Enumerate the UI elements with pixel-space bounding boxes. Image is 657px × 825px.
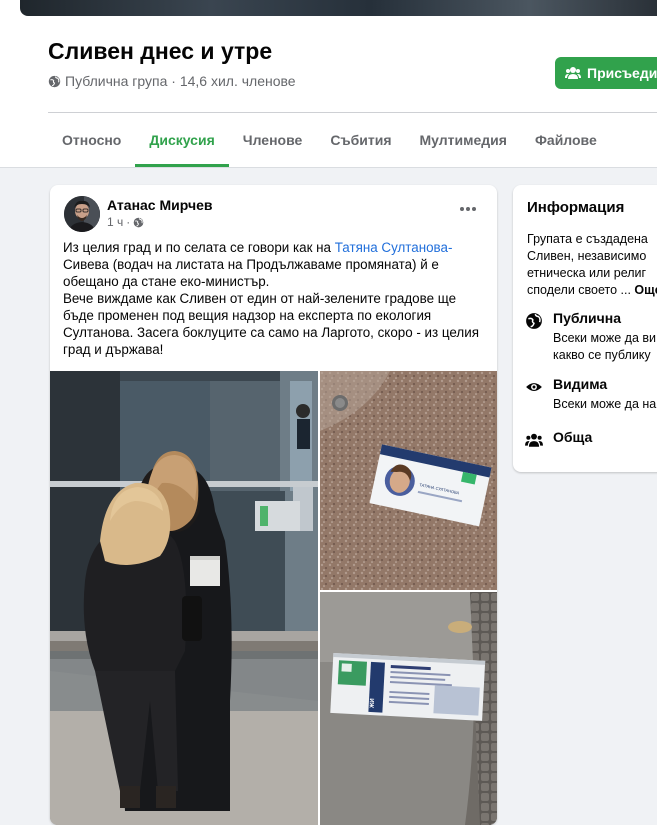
tab-label: Файлове bbox=[534, 132, 597, 148]
see-more-link[interactable]: Още bbox=[634, 283, 657, 297]
tab-label: Дискусия bbox=[149, 132, 215, 148]
group-title[interactable]: Сливен днес и утре bbox=[48, 38, 272, 65]
tab-label: Събития bbox=[330, 132, 392, 148]
description-line-last: сподели своето ... Още bbox=[527, 282, 657, 299]
privacy-globe-icon bbox=[133, 217, 144, 227]
join-button-label: Присъедин bbox=[587, 65, 657, 81]
photo-leaflet-pavement[interactable]: ТАТЯНА СУЛТАНОВА bbox=[320, 371, 497, 590]
description-line: Сливен, независимо bbox=[527, 249, 647, 263]
post-options-button[interactable] bbox=[454, 199, 482, 219]
info-sub: Всеки може да на bbox=[553, 396, 656, 413]
info-sub-line: Всеки може да на bbox=[553, 397, 657, 411]
info-label: Обща bbox=[553, 429, 593, 445]
join-group-button[interactable]: Присъедин bbox=[555, 57, 657, 89]
post-photo-grid: ТАТЯНА СУЛТАНОВА ЖИ bbox=[50, 371, 497, 825]
post-paragraph-1: Из целия град и по селата се говори как … bbox=[63, 239, 488, 290]
more-dots-icon bbox=[460, 207, 476, 211]
info-card: Информация Групата е създадена Сливен, н… bbox=[513, 185, 657, 472]
post-author[interactable]: Атанас Мирчев bbox=[107, 197, 212, 213]
post-time: 1 ч bbox=[107, 215, 124, 229]
info-label: Видима bbox=[553, 376, 608, 392]
photo-women-street[interactable] bbox=[50, 371, 318, 825]
description-line: сподели своето ... bbox=[527, 283, 635, 297]
post-timestamp[interactable]: 1 ч · bbox=[107, 215, 144, 229]
group-meta-text: Публична група · 14,6 хил. членове bbox=[65, 73, 296, 89]
tab-label: Членове bbox=[242, 132, 303, 148]
post-text: Из целия град и по селата се говори как … bbox=[63, 239, 488, 358]
group-description: Групата е създадена Сливен, независимо е… bbox=[527, 231, 657, 299]
tab-discussion[interactable]: Дискусия bbox=[135, 113, 230, 167]
globe-icon bbox=[48, 75, 61, 87]
post-text-part: Сивева (водач на листата на Продължаваме… bbox=[63, 257, 439, 289]
info-sub-line: Всеки може да ви bbox=[553, 331, 656, 345]
group-tabs: Относно Дискусия Членове Събития Мултиме… bbox=[48, 113, 611, 167]
description-line: етническа или религ bbox=[527, 266, 647, 280]
mention-link[interactable]: Татяна Султанова- bbox=[335, 240, 453, 255]
photo-newspaper-pavement[interactable]: ЖИ bbox=[320, 592, 497, 825]
newspaper-headline-graphic: ЖИ bbox=[370, 698, 377, 709]
tab-media[interactable]: Мултимедия bbox=[406, 113, 521, 167]
group-icon bbox=[525, 433, 543, 447]
tab-about[interactable]: Относно bbox=[48, 113, 135, 167]
info-title: Информация bbox=[527, 199, 625, 216]
description-line: Групата е създадена bbox=[527, 232, 648, 246]
group-header: Сливен днес и утре Публична група · 14,6… bbox=[0, 0, 657, 168]
info-sub-line: какво се публику bbox=[553, 348, 651, 362]
post-paragraph-2: Вече виждаме как Сливен от един от най-з… bbox=[63, 291, 479, 357]
eye-icon bbox=[526, 383, 542, 391]
tab-members[interactable]: Членове bbox=[229, 113, 317, 167]
tab-label: Мултимедия bbox=[419, 132, 507, 148]
tab-label: Относно bbox=[62, 132, 122, 148]
author-avatar[interactable] bbox=[64, 196, 100, 232]
globe-icon bbox=[526, 313, 542, 329]
post-card: Атанас Мирчев 1 ч · Из целия град и по с… bbox=[50, 185, 497, 825]
info-label: Публична bbox=[553, 310, 622, 326]
group-meta: Публична група · 14,6 хил. членове bbox=[48, 73, 296, 89]
dot-separator: · bbox=[126, 215, 131, 229]
post-text-part: Из целия град и по селата се говори как … bbox=[63, 240, 335, 255]
tab-events[interactable]: Събития bbox=[316, 113, 405, 167]
group-join-icon bbox=[565, 67, 581, 79]
cover-photo[interactable] bbox=[20, 0, 657, 16]
tab-files[interactable]: Файлове bbox=[521, 113, 611, 167]
info-sub: Всеки може да ви какво се публику bbox=[553, 330, 656, 364]
